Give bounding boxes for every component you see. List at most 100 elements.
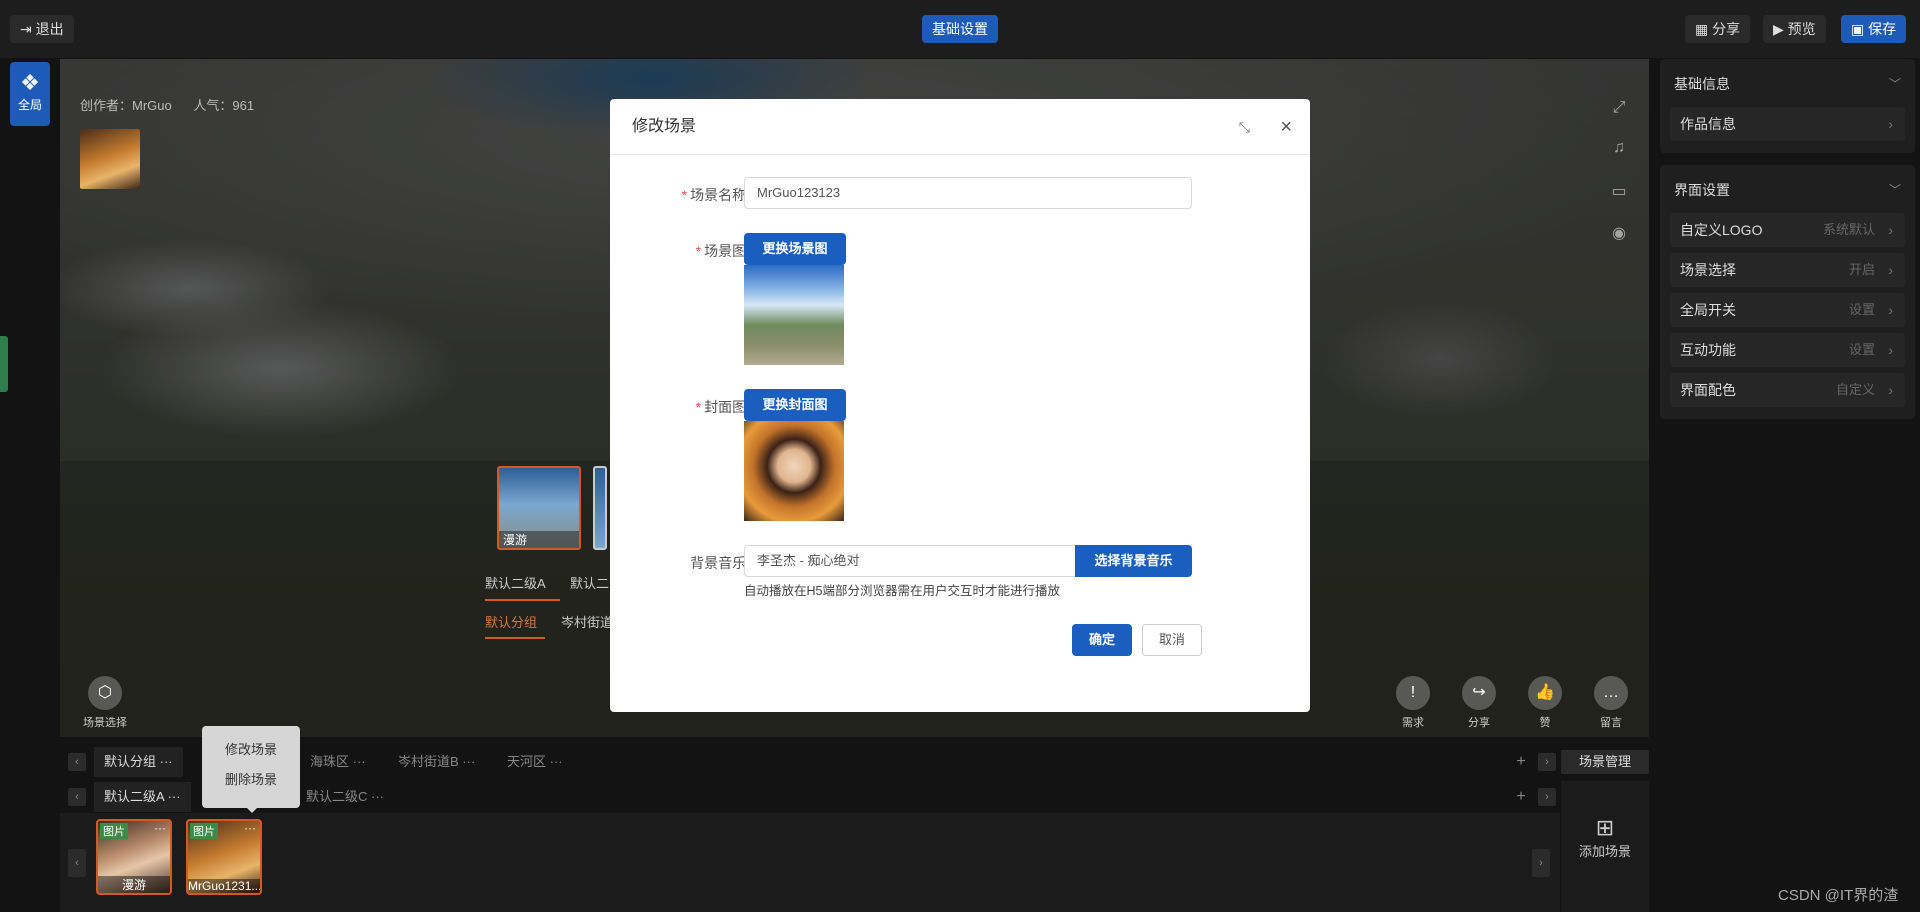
chat-icon: … xyxy=(1594,676,1628,710)
scene-thumb[interactable]: 图片 ··· MrGuo1231... xyxy=(186,819,262,895)
interaction-item[interactable]: 互动功能 设置 › xyxy=(1670,333,1905,367)
group-tab-cencun[interactable]: 岑村街道B ··· xyxy=(388,747,485,777)
share-action-button[interactable]: ↪ 分享 xyxy=(1461,676,1497,730)
more-icon[interactable]: ··· xyxy=(550,754,563,769)
item-label: 互动功能 xyxy=(1680,342,1736,358)
more-icon[interactable]: ··· xyxy=(462,754,475,769)
item-label: 场景选择 xyxy=(1680,262,1736,278)
scene-card[interactable]: 漫游 xyxy=(497,466,581,550)
group-level2-b[interactable]: 默认二 xyxy=(570,573,609,592)
group-default[interactable]: 默认分组 xyxy=(485,612,537,631)
scene-card-caption: 漫游 xyxy=(499,531,579,548)
chevron-right-icon[interactable]: › xyxy=(1538,753,1556,771)
eye-icon[interactable]: ◉ xyxy=(1608,223,1630,245)
plus-icon[interactable]: + xyxy=(1512,753,1530,771)
more-icon[interactable]: ··· xyxy=(244,821,256,835)
cancel-button[interactable]: 取消 xyxy=(1142,624,1202,656)
exit-button[interactable]: ⇥ 退出 xyxy=(10,15,74,43)
preview-button[interactable]: ▶ 预览 xyxy=(1763,15,1826,43)
fullscreen-icon[interactable]: ⤢ xyxy=(1608,99,1630,121)
confirm-button[interactable]: 确定 xyxy=(1072,624,1132,656)
save-icon: ▣ xyxy=(1851,21,1865,37)
scene-name-input[interactable]: MrGuo123123 xyxy=(744,177,1192,209)
bgm-input[interactable]: 李圣杰 - 痴心绝对 xyxy=(744,545,1076,577)
group-level2-a[interactable]: 默认二级A xyxy=(485,573,546,592)
subgroup-tab-label: 默认二级C xyxy=(306,789,368,804)
edit-scene-menu-item[interactable]: 修改场景 xyxy=(202,735,300,765)
chevron-left-icon[interactable]: ‹ xyxy=(68,788,86,806)
global-switch-item[interactable]: 全局开关 设置 › xyxy=(1670,293,1905,327)
modal-title: 修改场景 xyxy=(632,118,697,135)
chevron-right-icon[interactable]: › xyxy=(1532,849,1550,877)
scene-select-item[interactable]: 场景选择 开启 › xyxy=(1670,253,1905,287)
scene-card-partial[interactable] xyxy=(593,466,607,550)
scene-thumb[interactable]: 图片 ··· 漫游 xyxy=(96,819,172,895)
more-icon[interactable]: ··· xyxy=(353,754,366,769)
comment-button[interactable]: … 留言 xyxy=(1593,676,1629,730)
share-action-label: 分享 xyxy=(1468,717,1490,729)
maximize-icon[interactable]: ⤡ xyxy=(1239,99,1250,155)
author-info: 创作者：MrGuo 人气：961 xyxy=(80,95,254,114)
delete-scene-menu-item[interactable]: 删除场景 xyxy=(202,765,300,795)
group-default-underline xyxy=(485,637,545,639)
chevron-right-icon[interactable]: › xyxy=(1538,788,1556,806)
select-bgm-button[interactable]: 选择背景音乐 xyxy=(1075,545,1192,577)
group-underline xyxy=(485,599,560,601)
more-icon[interactable]: ··· xyxy=(154,821,166,835)
side-handle[interactable] xyxy=(0,336,8,392)
chevron-left-icon[interactable]: ‹ xyxy=(68,753,86,771)
work-info-label: 作品信息 xyxy=(1680,116,1736,132)
group-tab-haizhu[interactable]: 海珠区 ··· xyxy=(300,747,376,777)
tab-basic-settings[interactable]: 基础设置 xyxy=(922,15,998,43)
color-theme-item[interactable]: 界面配色 自定义 › xyxy=(1670,373,1905,407)
alert-icon: ! xyxy=(1396,676,1430,710)
like-button[interactable]: 👍 赞 xyxy=(1527,676,1563,730)
ui-settings-header[interactable]: 界面设置 ﹀ xyxy=(1660,173,1915,207)
exit-icon: ⇥ xyxy=(20,21,32,37)
label-text: 场景名称: xyxy=(690,187,750,203)
scene-manager-tab[interactable]: 场景管理 xyxy=(1561,750,1649,774)
group-tab-label: 天河区 xyxy=(507,754,547,769)
comment-label: 留言 xyxy=(1600,717,1622,729)
global-button[interactable]: ❖ 全局 xyxy=(10,62,50,126)
more-icon[interactable]: ··· xyxy=(160,754,173,769)
scene-select-button[interactable]: ⬡ 场景选择 xyxy=(80,676,130,730)
subgroup-tab-a[interactable]: 默认二级A ··· xyxy=(94,782,191,812)
demand-button[interactable]: ! 需求 xyxy=(1395,676,1431,730)
chevron-right-icon: › xyxy=(1888,382,1893,398)
change-cover-image-button[interactable]: 更换封面图 xyxy=(744,389,846,421)
work-info-item[interactable]: 作品信息 › xyxy=(1670,107,1905,141)
plus-icon[interactable]: + xyxy=(1512,788,1530,806)
author-text: 创作者：MrGuo xyxy=(80,98,172,113)
subgroup-tab-c[interactable]: 默认二级C ··· xyxy=(296,782,394,812)
more-icon[interactable]: ··· xyxy=(371,789,384,804)
save-button[interactable]: ▣ 保存 xyxy=(1841,15,1907,43)
chevron-down-icon: ﹀ xyxy=(1888,183,1901,197)
group-tab-default[interactable]: 默认分组 ··· xyxy=(94,747,183,777)
add-scene-button[interactable]: ⊞ 添加场景 xyxy=(1561,781,1649,912)
like-label: 赞 xyxy=(1539,717,1551,729)
thumbs-up-icon: 👍 xyxy=(1528,676,1562,710)
add-scene-label: 添加场景 xyxy=(1578,844,1631,859)
custom-logo-item[interactable]: 自定义LOGO 系统默认 › xyxy=(1670,213,1905,247)
change-scene-image-button[interactable]: 更换场景图 xyxy=(744,233,846,265)
vr-icon[interactable]: ▭ xyxy=(1608,181,1630,203)
scene-name-label: * 场景名称: xyxy=(681,187,750,203)
item-label: 自定义LOGO xyxy=(1680,222,1763,238)
context-menu-caret xyxy=(245,806,259,813)
ui-settings-title: 界面设置 xyxy=(1674,182,1730,198)
save-label: 保存 xyxy=(1868,21,1897,37)
share-button[interactable]: ▦ 分享 xyxy=(1685,15,1751,43)
close-icon[interactable]: × xyxy=(1280,99,1292,155)
edit-scene-modal: 修改场景 ⤡ × * 场景名称: MrGuo123123 * 场景图: 更换场景图 … xyxy=(610,99,1310,712)
chevron-left-icon[interactable]: ‹ xyxy=(68,849,86,877)
more-icon[interactable]: ··· xyxy=(168,789,181,804)
image-tag: 图片 xyxy=(190,823,218,839)
group-next[interactable]: 岑村街道 xyxy=(561,612,613,631)
cover-image-label: * 封面图: xyxy=(695,399,750,415)
basic-info-header[interactable]: 基础信息 ﹀ xyxy=(1660,67,1915,101)
group-tab-tianhe[interactable]: 天河区 ··· xyxy=(497,747,573,777)
group-tab-label: 海珠区 xyxy=(310,754,350,769)
demand-label: 需求 xyxy=(1402,717,1424,729)
music-icon[interactable]: ♫ xyxy=(1608,139,1630,161)
